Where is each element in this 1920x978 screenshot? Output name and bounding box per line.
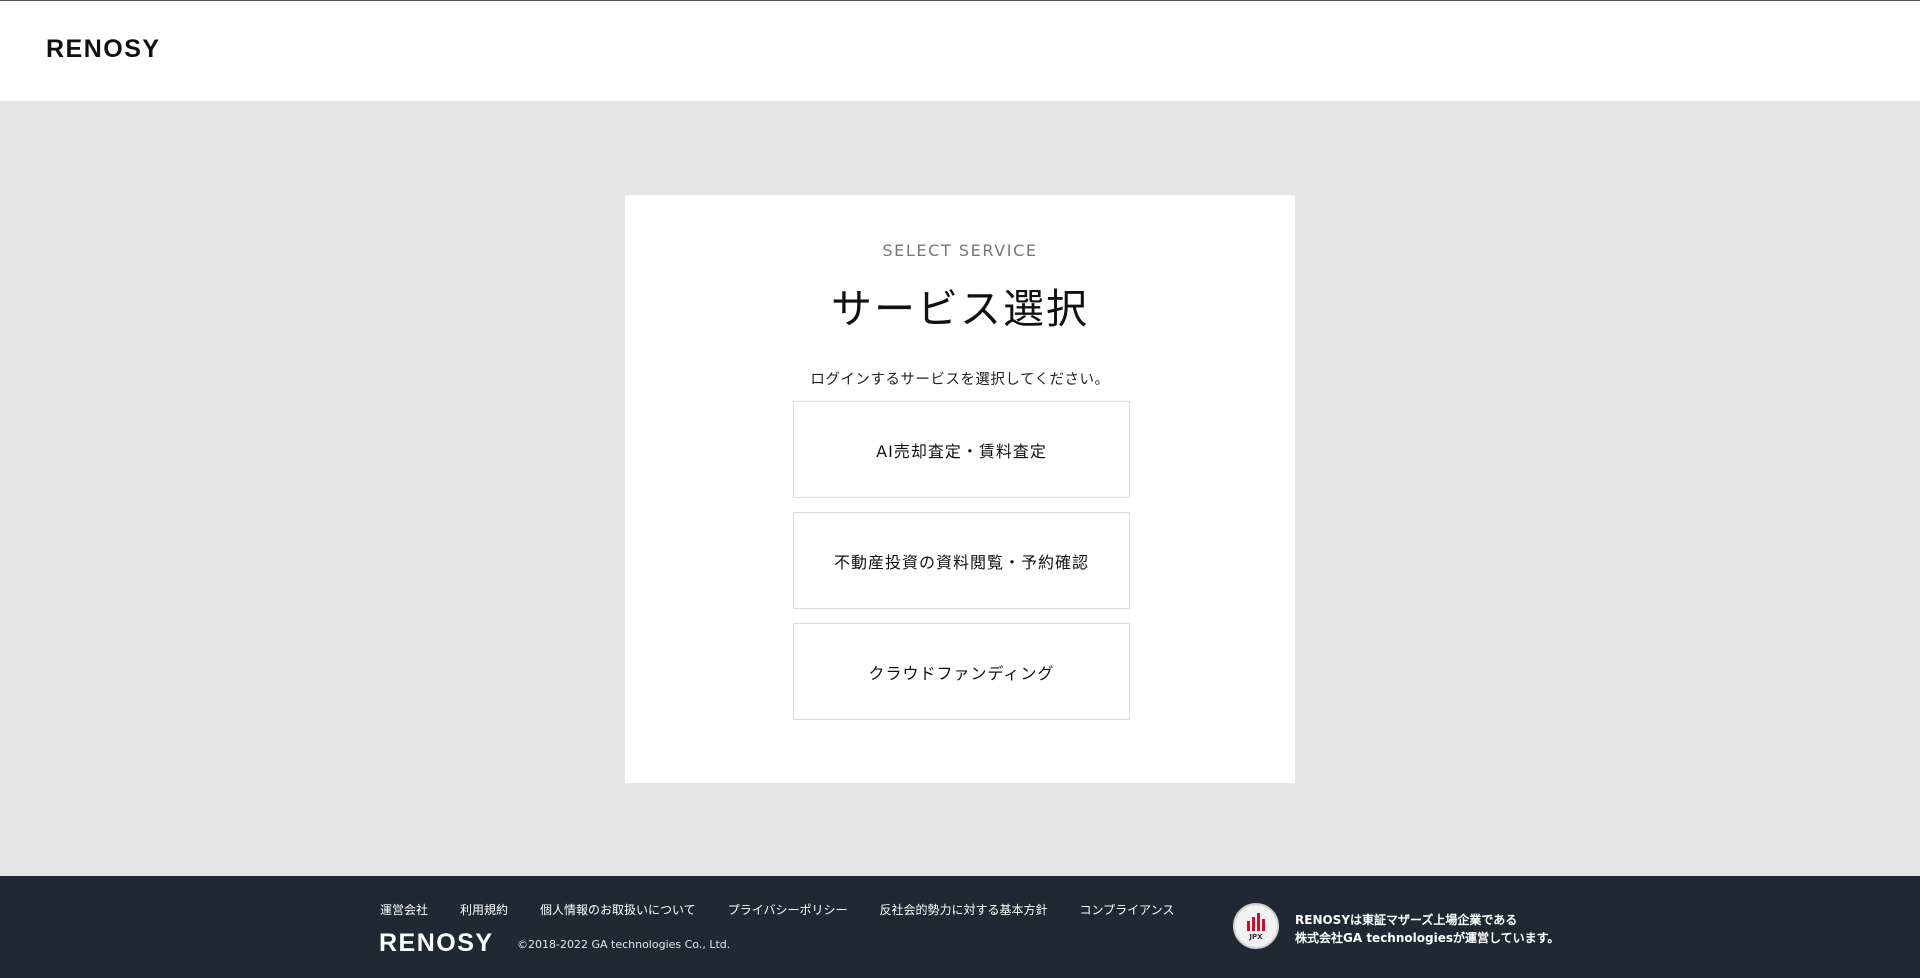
site-footer: 運営会社 利用規約 個人情報のお取扱いについて プライバシーポリシー 反社会的勢… (0, 876, 1920, 978)
listed-company-note: RENOSYは東証マザーズ上場企業である 株式会社GA technologies… (1295, 911, 1559, 947)
section-eyebrow: SELECT SERVICE (882, 241, 1038, 260)
copyright-text: ©2018-2022 GA technologies Co., Ltd. (517, 938, 731, 951)
service-button-label: 不動産投資の資料閲覧・予約確認 (833, 552, 1089, 572)
page-title: サービス選択 (831, 285, 1089, 333)
footer-link-terms[interactable]: 利用規約 (460, 901, 508, 918)
service-button-ai-assessment[interactable]: AI売却査定・賃料査定 (793, 401, 1130, 498)
instruction-text: ログインするサービスを選択してください。 (810, 372, 1110, 388)
footer-link-privacy-policy[interactable]: プライバシーポリシー (728, 901, 848, 918)
service-select-card: SELECT SERVICE サービス選択 ログインするサービスを選択してくださ… (625, 195, 1295, 783)
jpx-badge-label: JPX (1249, 933, 1263, 941)
listed-note-line2: 株式会社GA technologiesが運営しています。 (1295, 931, 1560, 945)
top-header: RENOSY (0, 0, 1920, 101)
footer-link-compliance[interactable]: コンプライアンス (1079, 901, 1174, 918)
footer-links: 運営会社 利用規約 個人情報のお取扱いについて プライバシーポリシー 反社会的勢… (380, 901, 1174, 918)
listed-note-line1: RENOSYは東証マザーズ上場企業である (1295, 913, 1518, 927)
footer-renosy-logo[interactable]: RENOSY (379, 929, 494, 958)
jpx-badge-icon: JPX (1233, 903, 1279, 949)
service-button-label: AI売却査定・賃料査定 (876, 441, 1047, 461)
footer-link-antisocial-policy[interactable]: 反社会的勢力に対する基本方針 (879, 901, 1047, 918)
service-button-crowdfunding[interactable]: クラウドファンディング (793, 623, 1130, 720)
service-button-label: クラウドファンディング (868, 663, 1055, 683)
service-button-investment-docs[interactable]: 不動産投資の資料閲覧・予約確認 (793, 512, 1130, 609)
footer-link-company[interactable]: 運営会社 (380, 901, 428, 918)
renosy-logo[interactable]: RENOSY (46, 35, 161, 64)
footer-link-personal-info[interactable]: 個人情報のお取扱いについて (540, 901, 696, 918)
